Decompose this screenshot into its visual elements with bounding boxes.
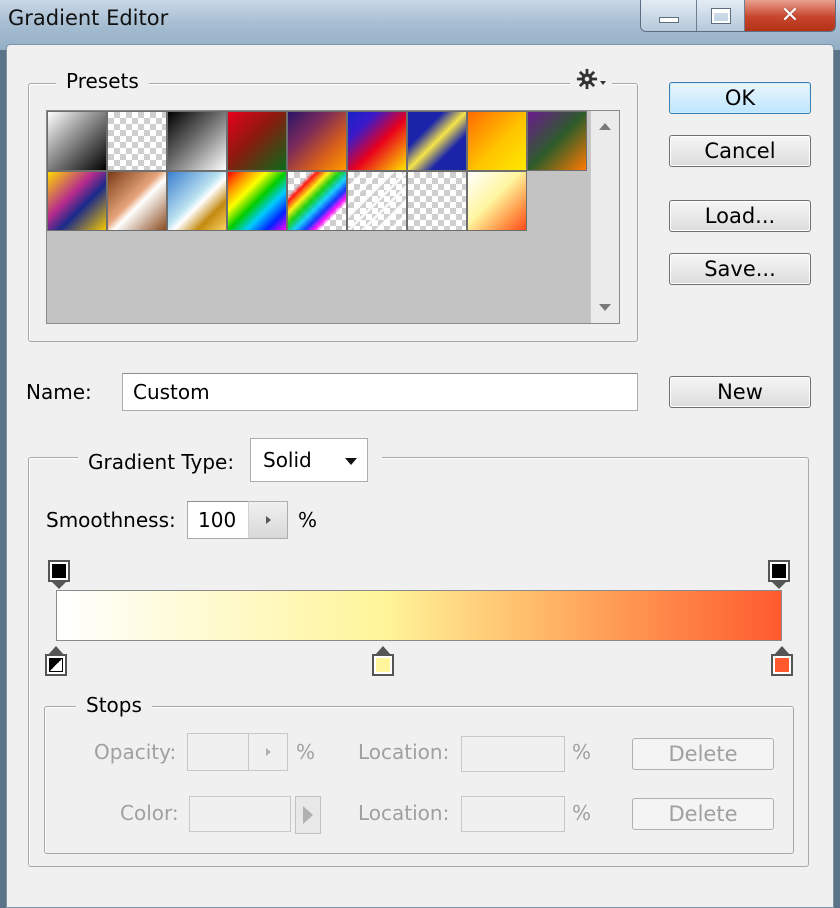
close-icon: ✕ — [780, 3, 800, 28]
gradient-preview-bar[interactable] — [56, 590, 782, 641]
preset-swatch[interactable] — [527, 111, 587, 171]
color-location-label: Location: — [358, 801, 450, 825]
preset-swatch[interactable] — [227, 171, 287, 231]
opacity-input[interactable] — [187, 733, 249, 771]
preset-swatch[interactable] — [47, 171, 107, 231]
smoothness-label: Smoothness: — [46, 508, 176, 532]
preset-swatch[interactable] — [467, 171, 527, 231]
preset-swatch[interactable] — [227, 111, 287, 171]
preset-swatch[interactable] — [347, 111, 407, 171]
maximize-icon — [710, 7, 731, 24]
opacity-unit: % — [296, 740, 316, 764]
opacity-location-unit: % — [572, 740, 592, 764]
load-button[interactable]: Load... — [669, 200, 811, 232]
opacity-stop-right[interactable] — [768, 560, 790, 590]
close-button[interactable]: ✕ — [745, 0, 835, 31]
preset-swatch[interactable] — [347, 171, 407, 231]
preset-swatch[interactable] — [167, 111, 227, 171]
opacity-stop-left[interactable] — [48, 560, 70, 590]
name-input[interactable]: Custom — [122, 373, 638, 411]
opacity-delete-button[interactable]: Delete — [632, 738, 774, 770]
cancel-button[interactable]: Cancel — [669, 135, 811, 167]
new-button[interactable]: New — [669, 376, 811, 408]
scroll-up-icon[interactable] — [599, 123, 611, 130]
gradient-type-value: Solid — [263, 448, 312, 472]
presets-scrollbar[interactable] — [590, 111, 619, 323]
smoothness-slider-button[interactable] — [248, 501, 288, 539]
color-location-input[interactable] — [461, 796, 565, 832]
minimize-icon — [658, 16, 679, 23]
caret-right-icon — [303, 806, 313, 824]
presets-swatches — [47, 111, 587, 231]
stops-group — [44, 706, 794, 854]
window-title: Gradient Editor — [8, 6, 169, 30]
color-location-unit: % — [572, 801, 592, 825]
maximize-button[interactable] — [697, 0, 745, 31]
preset-swatch[interactable] — [407, 171, 467, 231]
chevron-down-icon — [345, 458, 357, 465]
opacity-location-input[interactable] — [461, 736, 565, 772]
minimize-button[interactable] — [641, 0, 697, 31]
preset-swatch[interactable] — [467, 111, 527, 171]
caret-right-icon — [265, 516, 271, 524]
window-controls: ✕ — [640, 0, 836, 32]
color-swatch[interactable] — [189, 796, 291, 832]
gradient-type-select[interactable]: Solid — [250, 438, 368, 482]
smoothness-unit: % — [298, 508, 318, 532]
color-label: Color: — [120, 801, 179, 825]
opacity-label: Opacity: — [94, 740, 177, 764]
preset-swatch[interactable] — [167, 171, 227, 231]
smoothness-input[interactable]: 100 — [187, 501, 249, 539]
presets-legend: Presets — [56, 69, 149, 93]
preset-swatch[interactable] — [287, 171, 347, 231]
stops-legend: Stops — [76, 693, 152, 717]
gradient-type-label: Gradient Type: — [88, 450, 235, 474]
color-menu-button[interactable] — [295, 796, 321, 834]
gear-icon — [576, 68, 598, 90]
opacity-location-label: Location: — [358, 740, 450, 764]
chevron-down-icon — [600, 81, 606, 85]
opacity-slider-button[interactable] — [248, 733, 288, 771]
name-label: Name: — [26, 380, 92, 404]
preset-swatch[interactable] — [47, 111, 107, 171]
color-stop[interactable] — [45, 646, 67, 676]
color-stop[interactable] — [371, 646, 394, 676]
caret-right-icon — [265, 748, 271, 756]
scroll-down-icon[interactable] — [599, 304, 611, 311]
save-button[interactable]: Save... — [669, 253, 811, 285]
preset-swatch[interactable] — [287, 111, 347, 171]
color-delete-button[interactable]: Delete — [632, 798, 774, 830]
color-stop[interactable] — [771, 646, 793, 676]
presets-menu-button[interactable] — [570, 68, 612, 90]
preset-swatch[interactable] — [107, 111, 167, 171]
preset-swatch[interactable] — [407, 111, 467, 171]
ok-button[interactable]: OK — [669, 82, 811, 114]
color-stops-track — [45, 646, 793, 676]
preset-swatch[interactable] — [107, 171, 167, 231]
